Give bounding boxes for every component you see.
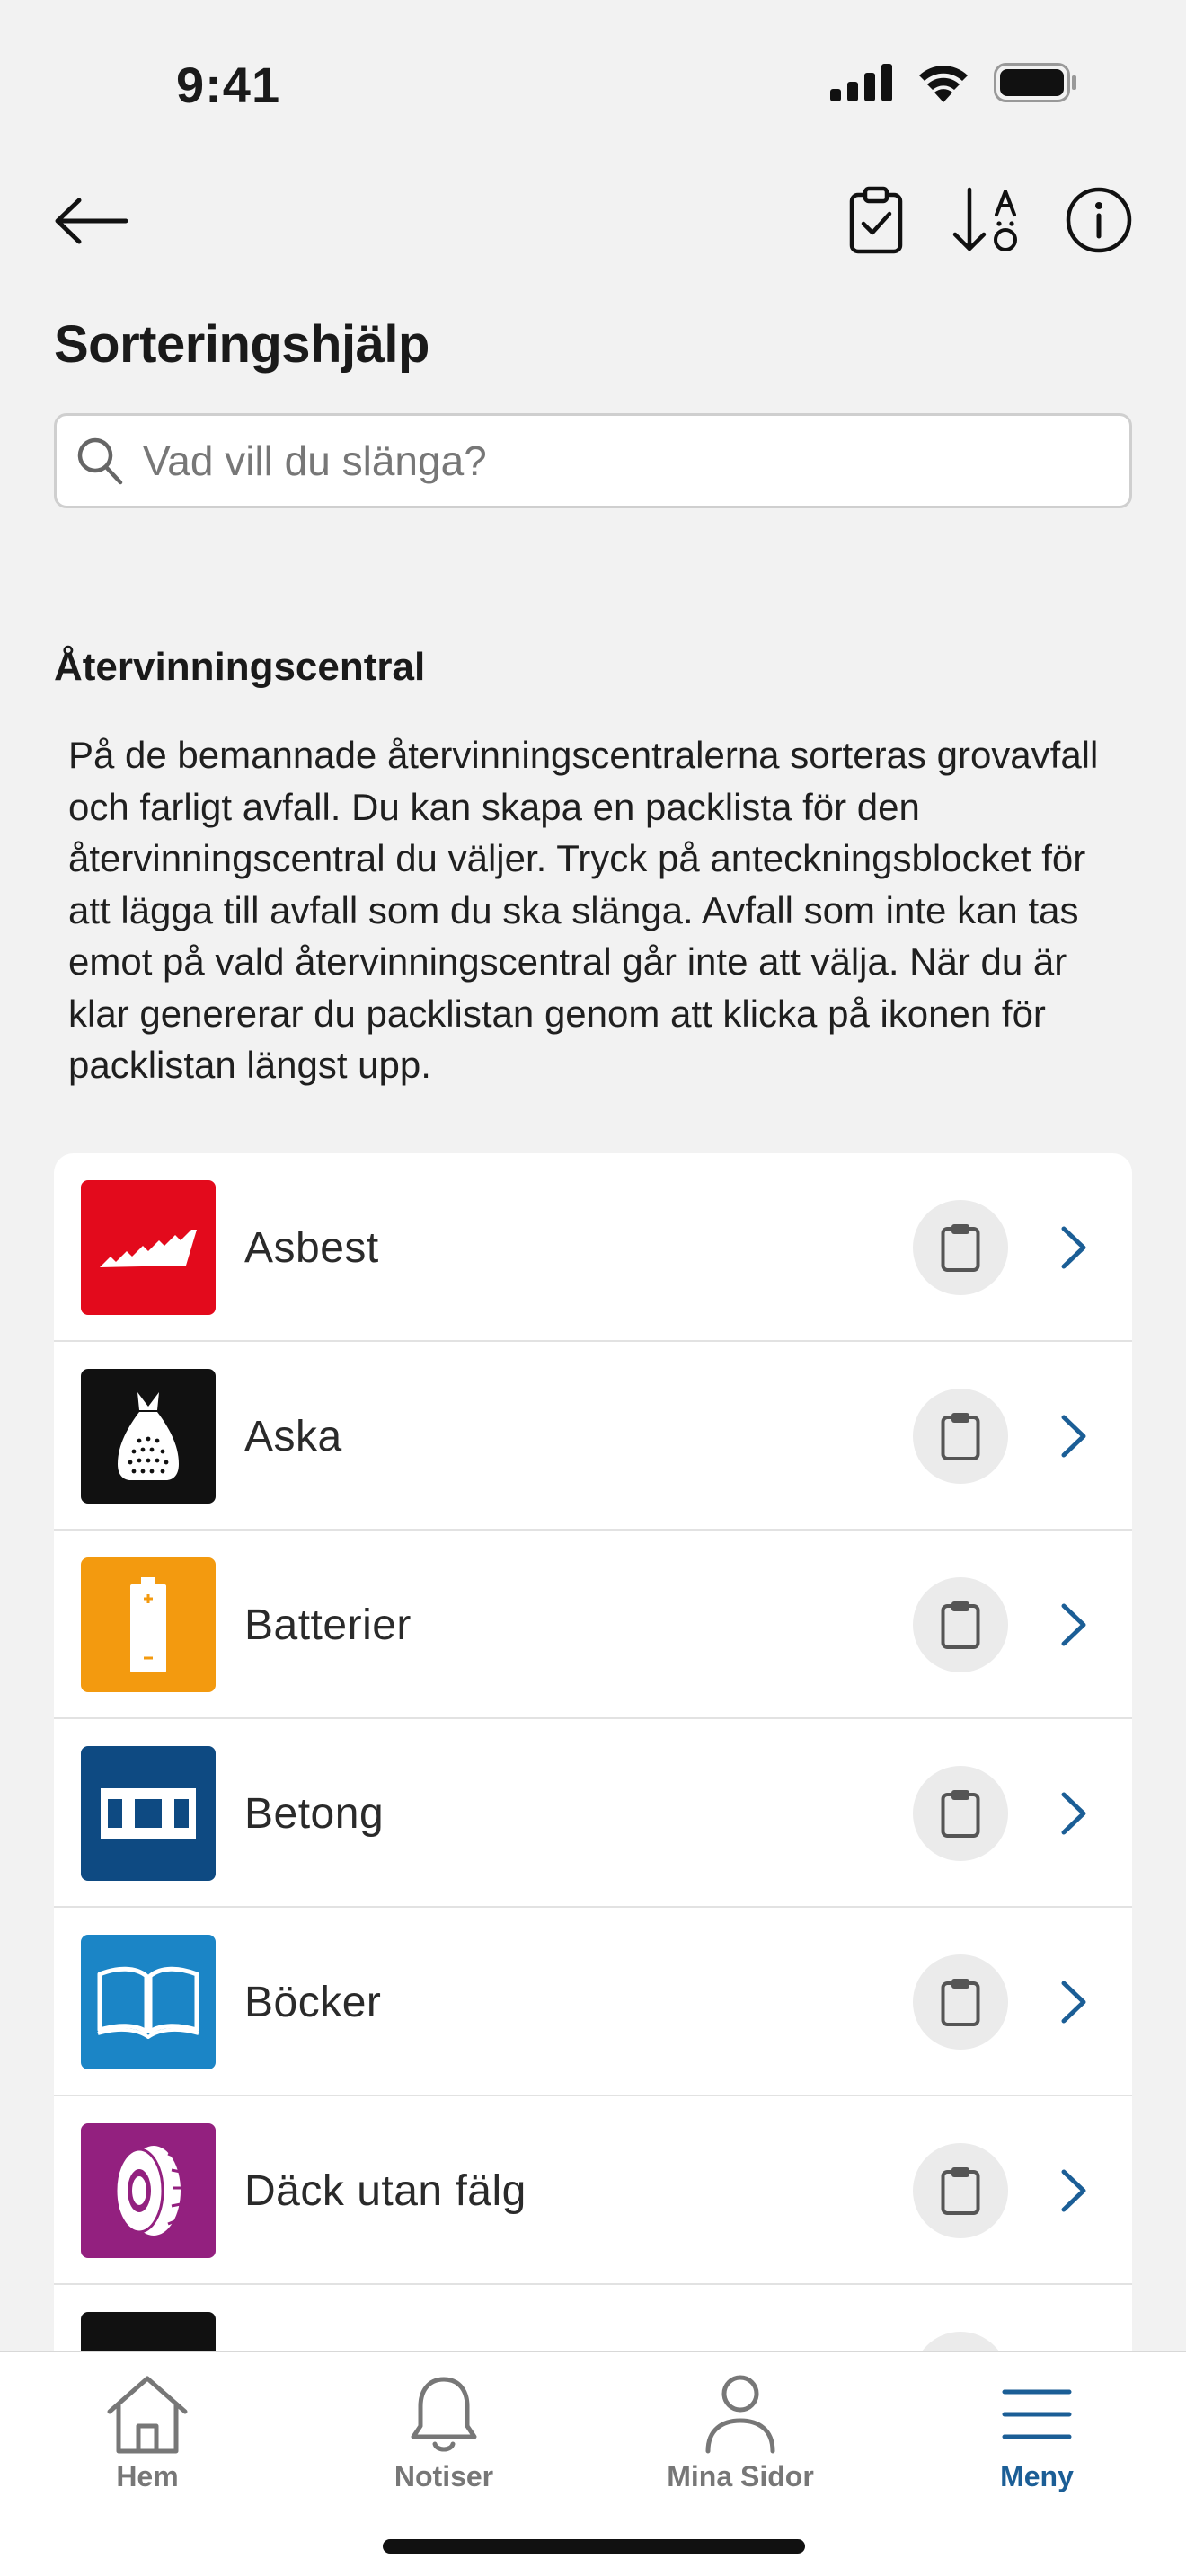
list-item-label: Batterier	[244, 1601, 412, 1649]
add-to-packlist-button[interactable]	[913, 1954, 1008, 2050]
home-indicator	[383, 2539, 805, 2554]
chevron-right-icon[interactable]	[1042, 1403, 1105, 1469]
sort-alpha-icon	[952, 187, 1017, 251]
search-input[interactable]	[143, 437, 1095, 485]
add-to-packlist-button[interactable]	[913, 1200, 1008, 1295]
packlist-button[interactable]	[839, 180, 913, 260]
section-description: På de bemannade återvinningscentralerna …	[68, 734, 1099, 1086]
list-item-batterier[interactable]: Batterier	[54, 1531, 1132, 1719]
tab-label: Hem	[116, 2460, 179, 2492]
tab-mina-sidor[interactable]: Mina Sidor	[651, 2374, 830, 2493]
list-item-label: Asbest	[244, 1223, 379, 1272]
list-item-betong[interactable]: Betong	[54, 1719, 1132, 1908]
list-item-label: Böcker	[244, 1978, 382, 2026]
list-item-asbest[interactable]: Asbest	[54, 1153, 1132, 1342]
clipboard-icon	[941, 1224, 980, 1272]
status-icons	[830, 63, 1078, 102]
add-to-packlist-button[interactable]	[913, 1766, 1008, 1861]
add-to-packlist-button[interactable]	[913, 1577, 1008, 1672]
clipboard-icon	[941, 1979, 980, 2026]
list-item-dack-utan-falg[interactable]: Däck utan fälg	[54, 2096, 1132, 2285]
tab-label: Notiser	[394, 2460, 494, 2492]
back-button[interactable]	[50, 185, 131, 257]
page-title: Sorteringshjälp	[54, 315, 429, 374]
asbestos-icon	[81, 1180, 216, 1315]
person-icon	[705, 2375, 775, 2454]
section-title: Återvinningscentral	[54, 645, 426, 689]
status-time: 9:41	[176, 57, 281, 113]
status-bar: 9:41	[0, 0, 1186, 171]
chevron-right-icon[interactable]	[1042, 1592, 1105, 1658]
list-item-label: Däck utan fälg	[244, 2166, 527, 2215]
tab-meny[interactable]: Meny	[947, 2374, 1127, 2493]
info-icon	[1066, 187, 1132, 253]
clipboard-icon	[941, 1790, 980, 1838]
arrow-left-icon	[55, 198, 128, 244]
clipboard-icon	[941, 2167, 980, 2215]
add-to-packlist-button[interactable]	[913, 2143, 1008, 2238]
home-icon	[107, 2376, 188, 2454]
add-to-packlist-button[interactable]	[913, 1389, 1008, 1484]
tire-icon	[81, 2123, 216, 2258]
clipboard-icon	[941, 1601, 980, 1649]
tab-label: Meny	[1000, 2460, 1074, 2492]
wifi-icon	[919, 66, 968, 102]
ash-bag-icon	[81, 1369, 216, 1504]
cellular-signal-icon	[830, 64, 892, 101]
list-item-label: Betong	[244, 1789, 385, 1838]
nav-actions	[839, 180, 1136, 260]
menu-icon	[1002, 2389, 1072, 2439]
clipboard-icon	[941, 1413, 980, 1460]
chevron-right-icon[interactable]	[1042, 2157, 1105, 2224]
search-icon	[77, 437, 123, 485]
list-item-bocker[interactable]: Böcker	[54, 1908, 1132, 2096]
nav-header	[0, 171, 1186, 269]
tab-label: Mina Sidor	[667, 2460, 814, 2492]
battery-status-icon	[994, 63, 1076, 102]
list-item-label: Aska	[244, 1412, 342, 1460]
search-field[interactable]	[54, 413, 1132, 508]
waste-list: Asbest Aska Batterier Betong Böcker Däck…	[54, 1153, 1132, 2474]
info-button[interactable]	[1062, 180, 1136, 260]
list-item-aska[interactable]: Aska	[54, 1342, 1132, 1531]
sort-button[interactable]	[951, 180, 1024, 260]
tab-notiser[interactable]: Notiser	[354, 2374, 534, 2493]
clipboard-check-icon	[849, 186, 903, 254]
concrete-beam-icon	[81, 1746, 216, 1881]
chevron-right-icon[interactable]	[1042, 1780, 1105, 1847]
book-icon	[81, 1935, 216, 2069]
bell-icon	[411, 2377, 477, 2452]
chevron-right-icon[interactable]	[1042, 1969, 1105, 2035]
battery-icon	[81, 1557, 216, 1692]
chevron-right-icon[interactable]	[1042, 1214, 1105, 1281]
tab-hem[interactable]: Hem	[58, 2374, 237, 2493]
